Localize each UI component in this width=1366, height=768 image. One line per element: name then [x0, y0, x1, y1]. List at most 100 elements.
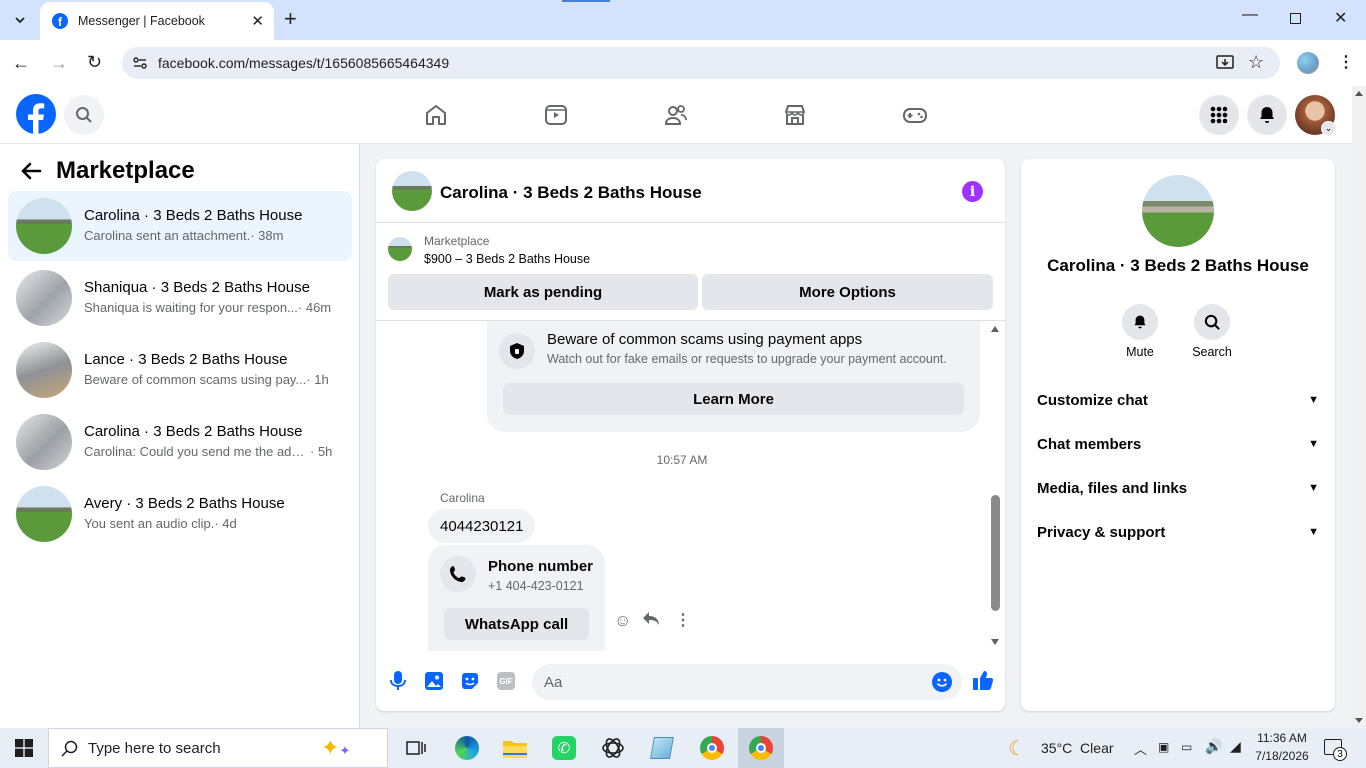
whatsapp-call-button[interactable]: WhatsApp call [444, 608, 589, 640]
meet-icon[interactable]: ▣ [1158, 740, 1169, 754]
marketplace-icon[interactable] [783, 103, 807, 127]
search-in-conversation-icon[interactable] [1194, 304, 1230, 340]
mute-label[interactable]: Mute [1110, 345, 1170, 359]
message-input[interactable]: Aa [532, 664, 962, 700]
address-bar[interactable]: facebook.com/messages/t/1656085665464349… [122, 47, 1280, 79]
profile-avatar-icon[interactable] [1297, 52, 1319, 74]
conversation-name: Carolina · 3 Beds 2 Baths House [84, 423, 303, 440]
conversation-item[interactable]: Carolina · 3 Beds 2 Baths House Carolina… [8, 191, 352, 261]
taskbar-search-box[interactable]: Type here to search ✦✦ [48, 728, 388, 768]
wifi-icon[interactable]: ◢ [1230, 738, 1241, 755]
minimize-icon[interactable]: — [1238, 6, 1262, 24]
reload-icon[interactable]: ↻ [87, 52, 102, 73]
thumbs-up-icon[interactable] [972, 669, 994, 691]
page-scrollbar[interactable] [1352, 86, 1366, 728]
chevron-down-icon: ▼ [1308, 394, 1319, 406]
search-highlight-icon: ✦✦ [321, 735, 351, 760]
phone-number-card[interactable]: Phone number +1 404-423-0121 WhatsApp ca… [428, 545, 605, 655]
learn-more-button[interactable]: Learn More [503, 383, 964, 415]
conversation-time: · 4d [214, 516, 237, 531]
facebook-logo-icon[interactable] [16, 94, 56, 134]
gaming-icon[interactable] [903, 103, 927, 127]
chat-title[interactable]: Carolina · 3 Beds 2 Baths House [440, 183, 702, 203]
apps-menu-icon[interactable] [1199, 95, 1239, 135]
react-emoji-icon[interactable]: ☺ [614, 611, 631, 631]
battery-icon[interactable]: ▭ [1181, 740, 1192, 754]
sticker-icon[interactable] [460, 671, 480, 691]
chrome-menu-icon[interactable]: ⋮ [1338, 52, 1354, 72]
weather-text[interactable]: 35°C Clear [1041, 740, 1114, 756]
forward-icon[interactable]: → [50, 53, 68, 74]
task-view-icon[interactable] [400, 732, 432, 764]
notifications-bell-icon[interactable] [1247, 95, 1287, 135]
message-bubble[interactable]: 4044230121 [428, 509, 536, 543]
media-files-links-section[interactable]: Media, files and links ▼ [1037, 470, 1319, 506]
back-arrow-icon[interactable] [20, 160, 42, 182]
conversation-time: · 46m [297, 300, 332, 315]
chat-window: Carolina · 3 Beds 2 Baths House i Market… [376, 159, 1005, 711]
privacy-support-section[interactable]: Privacy & support ▼ [1037, 514, 1319, 550]
conversation-item[interactable]: Shaniqua · 3 Beds 2 Baths House Shaniqua… [8, 263, 352, 333]
conversation-item[interactable]: Avery · 3 Beds 2 Baths House You sent an… [8, 479, 352, 549]
clock-date[interactable]: 7/18/2026 [1254, 749, 1310, 763]
conversation-item[interactable]: Carolina · 3 Beds 2 Baths House Carolina… [8, 407, 352, 477]
account-chevron-icon[interactable]: ⌄ [1321, 121, 1336, 136]
edge-browser-icon[interactable] [451, 732, 483, 764]
volume-icon[interactable]: 🔊 [1205, 738, 1222, 755]
more-actions-icon[interactable]: ⋮ [675, 610, 691, 630]
notes-app-icon[interactable] [646, 732, 678, 764]
mute-bell-icon[interactable] [1122, 304, 1158, 340]
search-label[interactable]: Search [1182, 345, 1242, 359]
chat-avatar[interactable] [392, 171, 432, 211]
restore-icon[interactable] [1290, 13, 1301, 24]
chrome-active-icon[interactable] [745, 732, 777, 764]
file-explorer-icon[interactable] [499, 732, 531, 764]
reply-icon[interactable] [642, 611, 660, 627]
home-icon[interactable] [424, 103, 448, 127]
gif-icon[interactable]: GIF [497, 672, 515, 690]
clock-time[interactable]: 11:36 AM [1254, 731, 1310, 745]
panel-title: Marketplace [56, 157, 195, 184]
phone-card-title: Phone number [488, 558, 594, 575]
chat-header: Carolina · 3 Beds 2 Baths House i [376, 159, 1005, 223]
listing-thumbnail [16, 198, 72, 254]
video-icon[interactable] [544, 103, 568, 127]
back-icon[interactable]: ← [12, 53, 30, 74]
browser-tab-messenger[interactable]: f Messenger | Facebook ✕ [40, 2, 274, 40]
emoji-icon[interactable] [932, 672, 952, 692]
close-window-icon[interactable]: ✕ [1334, 8, 1347, 28]
section-label: Privacy & support [1037, 523, 1166, 541]
conversation-info-icon[interactable]: i [962, 181, 983, 202]
windows-start-icon[interactable] [8, 732, 40, 764]
bookmark-star-icon[interactable]: ☆ [1248, 52, 1264, 73]
info-title: Carolina · 3 Beds 2 Baths House [1047, 256, 1309, 275]
chatgpt-icon[interactable] [597, 732, 629, 764]
mark-as-pending-button[interactable]: Mark as pending [388, 274, 698, 310]
tab-close-icon[interactable]: ✕ [251, 12, 264, 30]
conversation-item[interactable]: Lance · 3 Beds 2 Baths House Beware of c… [8, 335, 352, 405]
voice-clip-icon[interactable] [390, 671, 406, 691]
new-tab-icon[interactable]: + [284, 8, 297, 30]
friends-icon[interactable] [664, 103, 688, 127]
weather-moon-icon[interactable]: ☾ [1008, 736, 1026, 761]
conversation-name: Shaniqua · 3 Beds 2 Baths House [84, 279, 310, 296]
conversation-snippet: Carolina: Could you send me the addr... [84, 444, 310, 459]
more-options-button[interactable]: More Options [702, 274, 993, 310]
notification-count-badge: 3 [1333, 747, 1347, 761]
customize-chat-section[interactable]: Customize chat ▼ [1037, 382, 1319, 418]
chat-members-section[interactable]: Chat members ▼ [1037, 426, 1319, 462]
whatsapp-icon[interactable]: ✆ [548, 732, 580, 764]
site-info-icon[interactable] [132, 55, 148, 71]
install-app-icon[interactable] [1216, 54, 1234, 72]
tab-search-icon[interactable] [4, 4, 36, 36]
show-hidden-icons-icon[interactable]: ︿ [1134, 739, 1147, 758]
conversation-time: · 5h [310, 444, 333, 459]
listing-title[interactable]: $900 – 3 Beds 2 Baths House [424, 252, 590, 266]
conversation-snippet: You sent an audio clip. [84, 516, 215, 531]
fb-search-icon[interactable] [64, 95, 104, 135]
chat-scrollbar[interactable] [988, 321, 1003, 651]
url-text: facebook.com/messages/t/1656085665464349 [158, 55, 450, 71]
chrome-profile-icon[interactable] [696, 732, 728, 764]
taskbar-search-placeholder: Type here to search [88, 740, 221, 757]
photo-attach-icon[interactable] [425, 672, 443, 690]
